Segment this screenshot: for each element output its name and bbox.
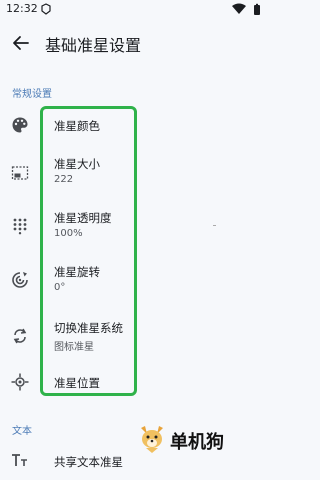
setting-title: 准星旋转 — [54, 265, 100, 279]
divider-mark — [213, 225, 216, 226]
setting-switch-crosshair-system[interactable]: 切换准星系统 图标准星 — [0, 314, 270, 358]
grid-dots-icon — [13, 218, 27, 235]
setting-title: 准星透明度 — [54, 211, 112, 225]
swap-icon — [13, 328, 27, 344]
setting-crosshair-position[interactable]: 准星位置 — [0, 366, 270, 402]
setting-title: 共享文本准星 — [54, 455, 123, 469]
watermark: 单机狗 — [137, 424, 257, 456]
status-time: 12:32 — [6, 2, 38, 15]
setting-title: 准星颜色 — [54, 119, 100, 133]
rotate-icon — [12, 272, 28, 288]
watermark-text: 单机狗 — [170, 432, 224, 453]
back-arrow-icon[interactable] — [12, 34, 30, 52]
setting-value: 图标准星 — [54, 342, 94, 353]
wifi-battery-icon — [232, 3, 260, 15]
crosshair-icon — [11, 373, 29, 391]
section-header-text: 文本 — [12, 426, 32, 437]
section-header-general: 常规设置 — [12, 89, 52, 100]
page-title: 基础准星设置 — [45, 36, 142, 55]
setting-crosshair-opacity[interactable]: 准星透明度 100% — [0, 204, 270, 248]
setting-crosshair-color[interactable]: 准星颜色 — [0, 106, 270, 146]
text-size-icon — [12, 454, 27, 466]
setting-crosshair-rotation[interactable]: 准星旋转 0° — [0, 258, 270, 302]
screen: 12:32 基础准星设置 常规设置 准星颜色 准星大小 222 准星透明度 10… — [0, 0, 270, 480]
app-bar: 基础准星设置 — [0, 24, 270, 62]
setting-crosshair-size[interactable]: 准星大小 222 — [0, 150, 270, 194]
status-bar: 12:32 — [0, 0, 270, 18]
palette-icon — [12, 117, 28, 133]
notification-icon — [41, 3, 51, 15]
resize-icon — [11, 166, 29, 180]
setting-value: 222 — [54, 174, 74, 185]
setting-value: 100% — [54, 228, 83, 239]
setting-title: 准星大小 — [54, 157, 100, 171]
dog-logo-icon — [141, 426, 163, 453]
setting-value: 0° — [54, 282, 66, 293]
setting-title: 切换准星系统 — [54, 321, 123, 335]
setting-title: 准星位置 — [54, 376, 100, 390]
